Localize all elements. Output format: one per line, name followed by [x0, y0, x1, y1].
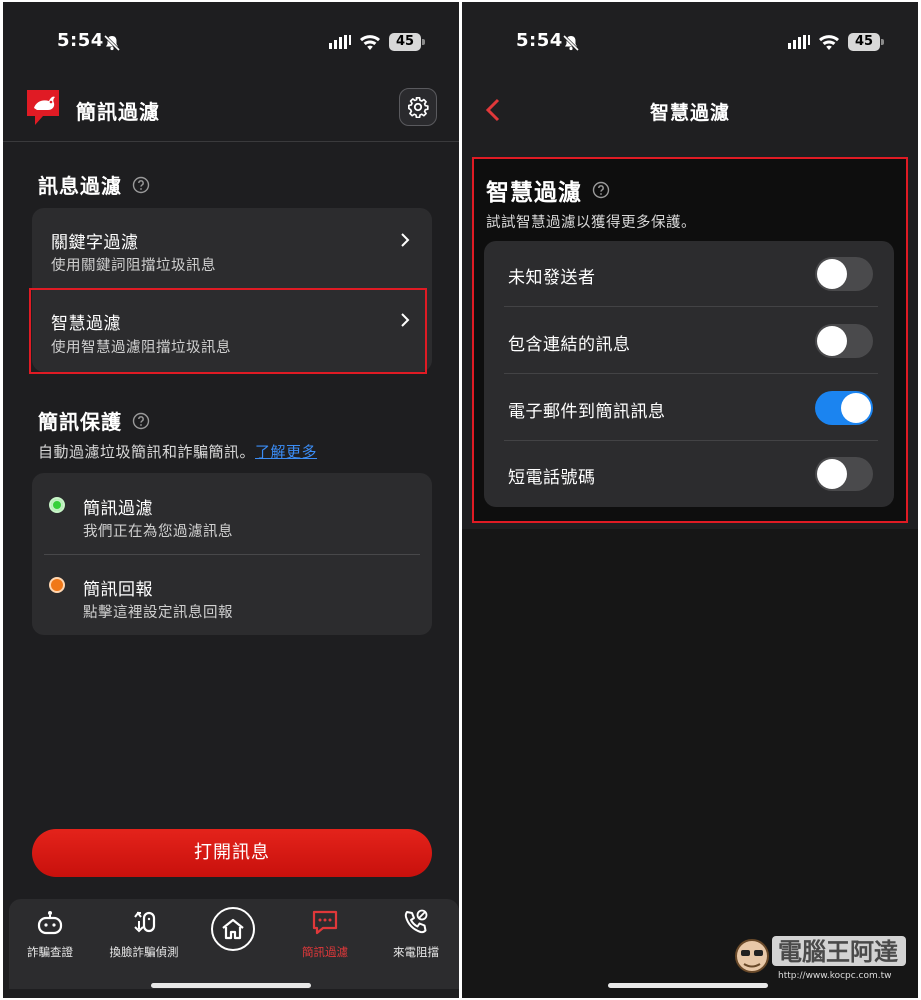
help-icon[interactable] — [132, 412, 150, 430]
row-separator — [504, 306, 878, 307]
sms-report-title: 簡訊回報 — [83, 580, 153, 600]
panel-title-text: 智慧過濾 — [486, 180, 582, 206]
chevron-right-icon — [401, 233, 410, 247]
bottom-tab-bar: 詐騙查證 換臉詐騙偵測 簡訊過濾 來電阻擋 — [9, 899, 459, 989]
section-title-text: 簡訊保護 — [38, 410, 122, 434]
wifi-icon — [360, 35, 380, 50]
toggle-row-email-to-sms: 電子郵件到簡訊訊息 — [484, 375, 894, 441]
toggle-row-link-messages: 包含連結的訊息 — [484, 308, 894, 374]
description-text: 自動過濾垃圾簡訊和詐騙簡訊。 — [38, 443, 256, 461]
panel-title: 智慧過濾 — [486, 173, 610, 207]
home-indicator — [151, 983, 311, 988]
email-to-sms-toggle[interactable] — [815, 391, 873, 425]
toggle-label: 短電話號碼 — [508, 468, 596, 488]
status-bar: 5:54 45 — [462, 30, 918, 56]
face-swap-icon — [134, 911, 156, 933]
open-messages-button[interactable]: 打開訊息 — [32, 829, 432, 877]
keyword-filter-subtitle: 使用關鍵詞阻擋垃圾訊息 — [51, 258, 216, 274]
home-icon — [222, 918, 244, 940]
message-filter-heading: 訊息過濾 — [38, 170, 150, 199]
learn-more-link[interactable]: 了解更多 — [255, 443, 317, 461]
status-bar: 5:54 45 — [3, 30, 459, 56]
header-divider — [3, 141, 459, 142]
sms-filter-screen: 5:54 45 簡訊過濾 訊息過濾 關鍵字過濾 使用關鍵詞阻擋垃圾訊息 智慧過濾… — [3, 2, 459, 998]
sms-report-subtitle: 點擊這裡設定訊息回報 — [83, 605, 233, 621]
sms-filter-status-row[interactable]: 簡訊過濾 我們正在為您過濾訊息 — [32, 473, 432, 553]
robot-icon — [37, 911, 63, 935]
protection-status-card: 簡訊過濾 我們正在為您過濾訊息 簡訊回報 點擊這裡設定訊息回報 — [32, 473, 432, 635]
toggle-row-unknown-sender: 未知發送者 — [484, 241, 894, 307]
gear-icon — [408, 97, 429, 118]
app-logo-icon — [27, 90, 59, 125]
tab-face-swap-detect[interactable]: 換臉詐騙偵測 — [99, 907, 189, 960]
smart-filter-panel: 智慧過濾 試試智慧過濾以獲得更多保護。 未知發送者 包含連結的訊息 電子郵件到簡… — [472, 157, 908, 523]
status-dot-green — [49, 497, 65, 513]
bell-muted-icon — [562, 34, 580, 52]
sms-protection-description: 自動過濾垃圾簡訊和詐騙簡訊。了解更多 — [38, 441, 317, 462]
tab-label: 換臉詐騙偵測 — [109, 945, 179, 959]
tab-home[interactable] — [211, 907, 255, 951]
toggle-label: 電子郵件到簡訊訊息 — [508, 402, 666, 422]
tab-scam-check[interactable]: 詐騙查證 — [5, 907, 95, 960]
watermark-url: http://www.kocpc.com.tw — [778, 971, 892, 981]
row-separator — [504, 373, 878, 374]
smart-filter-screen: 5:54 45 智慧過濾 智慧過濾 試試智慧過濾以獲得更多保護。 未知發送者 包… — [462, 2, 918, 998]
toggle-knob — [817, 459, 847, 489]
app-title: 簡訊過濾 — [76, 100, 160, 124]
tab-sms-filter[interactable]: 簡訊過濾 — [280, 907, 370, 960]
kocpc-watermark-logo: 電腦王阿達 http://www.kocpc.com.tw — [735, 936, 906, 981]
smart-filter-highlight — [29, 288, 427, 374]
bell-muted-icon — [103, 34, 121, 52]
toggle-label: 包含連結的訊息 — [508, 335, 631, 355]
keyword-filter-title: 關鍵字過濾 — [51, 233, 139, 253]
link-messages-toggle[interactable] — [815, 324, 873, 358]
keyword-filter-row[interactable]: 關鍵字過濾 使用關鍵詞阻擋垃圾訊息 — [32, 208, 432, 288]
sms-filter-status-subtitle: 我們正在為您過濾訊息 — [83, 524, 233, 540]
battery-tip — [422, 39, 425, 45]
settings-button[interactable] — [399, 88, 437, 126]
phone-block-icon — [404, 909, 428, 934]
tab-label: 來電阻擋 — [393, 945, 439, 959]
sms-protection-heading: 簡訊保護 — [38, 406, 150, 435]
nav-title: 智慧過濾 — [649, 102, 730, 124]
short-number-toggle[interactable] — [815, 457, 873, 491]
message-icon — [312, 910, 338, 935]
wifi-icon — [819, 35, 839, 50]
status-dot-orange — [49, 577, 65, 593]
section-title-text: 訊息過濾 — [38, 174, 122, 198]
panel-description: 試試智慧過濾以獲得更多保護。 — [486, 215, 696, 231]
help-icon[interactable] — [132, 176, 150, 194]
status-time: 5:54 — [57, 30, 104, 51]
battery-level: 45 — [848, 33, 880, 51]
unknown-sender-toggle[interactable] — [815, 257, 873, 291]
watermark-text: 電腦王阿達 — [778, 938, 898, 966]
toggle-knob — [841, 393, 871, 423]
battery-level: 45 — [389, 33, 421, 51]
sms-filter-status-title: 簡訊過濾 — [83, 499, 153, 519]
tab-label: 詐騙查證 — [27, 945, 73, 959]
toggle-knob — [817, 259, 847, 289]
help-icon[interactable] — [592, 181, 610, 199]
signal-icon — [329, 35, 351, 49]
sms-report-row[interactable]: 簡訊回報 點擊這裡設定訊息回報 — [32, 555, 432, 635]
tab-call-block[interactable]: 來電阻擋 — [371, 907, 459, 960]
nav-bar: 智慧過濾 — [462, 84, 918, 136]
toggle-knob — [817, 326, 847, 356]
toggle-label: 未知發送者 — [508, 268, 596, 288]
tab-label: 簡訊過濾 — [302, 945, 348, 959]
app-header: 簡訊過濾 — [3, 84, 459, 136]
toggle-row-short-number: 短電話號碼 — [484, 441, 894, 507]
toggle-list-card: 未知發送者 包含連結的訊息 電子郵件到簡訊訊息 短電話號碼 — [484, 241, 894, 507]
status-time: 5:54 — [516, 30, 563, 51]
battery-tip — [881, 39, 884, 45]
signal-icon — [788, 35, 810, 49]
